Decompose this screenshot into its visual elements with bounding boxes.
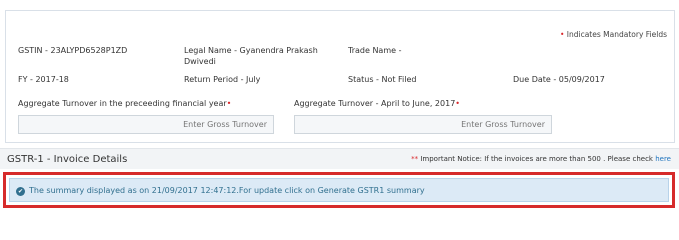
notice-stars: ** [411,155,419,163]
prev-turnover-required-icon: • [226,99,232,108]
due-date-value: Due Date - 05/09/2017 [513,75,605,84]
fy-value: FY - 2017-18 [18,75,69,84]
invoice-details-header: GSTR-1 - Invoice Details ** Important No… [0,148,679,169]
current-turnover-label-text: Aggregate Turnover - April to June, 2017 [294,99,456,108]
trade-name-value: Trade Name - [348,46,402,55]
current-turnover-required-icon: • [455,99,461,108]
current-turnover-label: Aggregate Turnover - April to June, 2017… [294,98,460,109]
prev-turnover-label-text: Aggregate Turnover in the preceeding fin… [18,99,227,108]
notice-here-link[interactable]: here [655,155,671,163]
status-value: Status - Not Filed [348,75,417,84]
current-turnover-input[interactable] [294,115,552,134]
prev-turnover-input[interactable] [18,115,274,134]
gstin-value: GSTIN - 23ALYPD6528P1ZD [18,46,128,55]
notice-text: Important Notice: If the invoices are mo… [420,155,653,163]
important-notice: ** Important Notice: If the invoices are… [411,155,671,163]
return-period-value: Return Period - July [184,75,261,84]
legal-name-line-1: Legal Name - Gyanendra Prakash [184,46,318,55]
check-circle-icon: ✔ [16,187,25,196]
summary-alert-highlight: ✔ The summary displayed as on 21/09/2017… [3,172,675,208]
section-title: GSTR-1 - Invoice Details [7,154,128,165]
taxpayer-details-panel: • Indicates Mandatory Fields GSTIN - 23A… [5,10,675,143]
mandatory-fields-note: • Indicates Mandatory Fields [560,29,667,40]
legal-name-line-2: Dwivedi [184,57,216,66]
mandatory-star-icon: • [559,30,565,39]
legal-name-value: Legal Name - Gyanendra Prakash Dwivedi [184,45,318,67]
prev-turnover-label: Aggregate Turnover in the preceeding fin… [18,98,231,109]
summary-alert: ✔ The summary displayed as on 21/09/2017… [9,178,669,202]
summary-alert-text: The summary displayed as on 21/09/2017 1… [29,186,425,195]
mandatory-note-text: Indicates Mandatory Fields [566,30,667,39]
